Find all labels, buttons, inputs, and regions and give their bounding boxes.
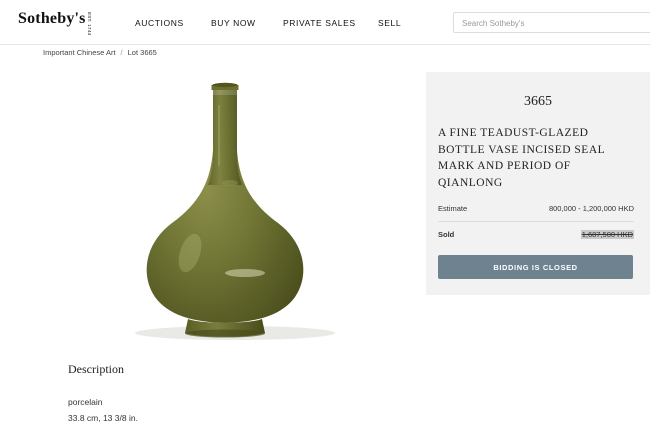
nav-auctions[interactable]: AUCTIONS	[135, 18, 184, 28]
nav-private-sales[interactable]: PRIVATE SALES	[283, 18, 356, 28]
estimate-label: Estimate	[438, 204, 468, 213]
description-material: porcelain	[68, 397, 103, 407]
search-box	[453, 12, 650, 33]
lot-title: A FINE TEADUST-GLAZED BOTTLE VASE INCISE…	[438, 127, 605, 189]
breadcrumb-separator: /	[120, 48, 123, 57]
sothebys-logo[interactable]: Sotheby's EST. 1744	[18, 10, 96, 35]
logo-est: EST. 1744	[87, 12, 93, 36]
site-header: Sotheby's EST. 1744 AUCTIONS BUY NOW PRI…	[0, 0, 650, 45]
divider	[438, 221, 634, 222]
estimate-row: Estimate 800,000 - 1,200,000 HKD	[438, 204, 634, 213]
lot-number: 3665	[524, 94, 552, 109]
breadcrumb-sale-link[interactable]: Important Chinese Art	[43, 48, 116, 57]
bidding-closed-button[interactable]: BIDDING IS CLOSED	[438, 255, 633, 279]
nav-buy-now[interactable]: BUY NOW	[211, 18, 256, 28]
vase-image	[135, 82, 335, 340]
description-dimensions: 33.8 cm, 13 3/8 in.	[68, 413, 138, 423]
breadcrumb: Important Chinese Art / Lot 3665	[43, 48, 157, 57]
sold-price: 1,687,500 HKD	[580, 230, 634, 239]
estimate-value: 800,000 - 1,200,000 HKD	[548, 204, 634, 213]
nav-sell[interactable]: SELL	[378, 18, 401, 28]
sold-label: Sold	[438, 230, 455, 239]
search-input[interactable]	[454, 14, 650, 33]
breadcrumb-current-lot: Lot 3665	[127, 48, 157, 57]
lot-image[interactable]	[110, 75, 340, 345]
logo-text: Sotheby's	[18, 10, 86, 27]
description-heading: Description	[68, 362, 124, 376]
lot-details-panel: 3665 A FINE TEADUST-GLAZED BOTTLE VASE I…	[426, 72, 650, 295]
sold-row: Sold 1,687,500 HKD	[438, 230, 634, 239]
